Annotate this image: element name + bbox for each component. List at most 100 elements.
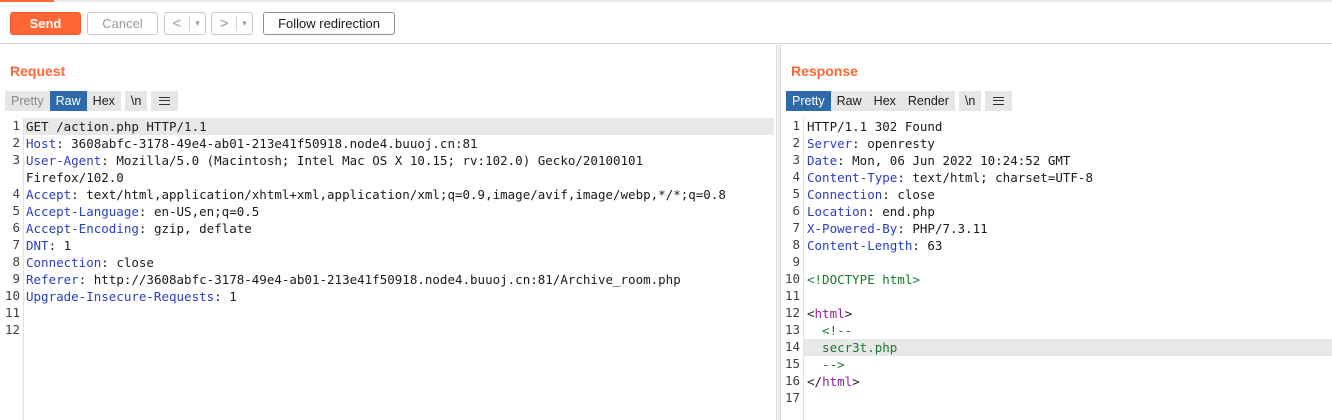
response-tab-raw[interactable]: Raw (830, 91, 868, 111)
gutter-divider (23, 118, 24, 420)
response-title: Response (791, 63, 858, 79)
response-line: X-Powered-By: PHP/7.3.11 (807, 220, 988, 237)
line-number: 4 (792, 169, 800, 184)
header-value: : gzip, deflate (138, 221, 252, 236)
header-value: : Mozilla/5.0 (Macintosh; Intel Mac OS X… (101, 153, 644, 168)
hamburger-menu-icon[interactable] (993, 97, 1005, 105)
line-number: 6 (12, 220, 20, 235)
hamburger-menu-icon[interactable] (159, 97, 171, 105)
header-name: Server (807, 136, 853, 151)
request-line: Accept: text/html,application/xhtml+xml,… (26, 186, 726, 203)
line-number: 1 (12, 118, 20, 133)
header-name: Host (26, 136, 57, 151)
response-line: </html> (807, 373, 860, 390)
response-line: <html> (807, 305, 852, 322)
response-line: Content-Type: text/html; charset=UTF-8 (807, 169, 1093, 186)
line-number: 2 (12, 135, 20, 150)
response-line: --> (807, 356, 845, 373)
header-value: Firefox/102.0 (26, 170, 124, 185)
doctype: <!DOCTYPE html> (807, 272, 920, 287)
request-tab-raw[interactable]: Raw (49, 91, 87, 111)
response-panel: Response Pretty Raw Hex Render \n 1 HTTP/1.1 … (781, 45, 1332, 420)
header-name: Accept (26, 187, 72, 202)
tag-bracket: > (844, 306, 853, 321)
back-history-button[interactable]: < ▾ (164, 12, 206, 35)
html-comment: <!-- (807, 323, 853, 338)
chevron-down-icon[interactable]: ▾ (236, 16, 252, 31)
line-number: 14 (784, 339, 800, 354)
request-line: DNT: 1 (26, 237, 71, 254)
line-number: 4 (12, 186, 20, 201)
send-button[interactable]: Send (10, 12, 81, 35)
request-tab-pretty[interactable]: Pretty (5, 91, 50, 111)
tag-bracket: </ (807, 374, 823, 389)
request-options-button[interactable] (151, 91, 179, 111)
request-line: Referer: http://3608abfc-3178-49e4-ab01-… (26, 271, 681, 288)
header-name: Connection (26, 255, 102, 270)
request-line: Connection: close (26, 254, 154, 271)
header-value: : http://3608abfc-3178-49e4-ab01-213e41f… (78, 272, 681, 287)
request-view-tabs: Pretty Raw Hex \n (5, 91, 179, 111)
header-name: Date (807, 153, 838, 168)
request-tab-hex[interactable]: Hex (86, 91, 121, 111)
request-line: Accept-Encoding: gzip, deflate (26, 220, 252, 237)
line-number: 5 (792, 186, 800, 201)
request-line: Host: 3608abfc-3178-49e4-ab01-213e41f509… (26, 135, 478, 152)
request-title: Request (10, 63, 66, 79)
line-number: 10 (4, 288, 20, 303)
response-options-button[interactable] (985, 91, 1013, 111)
header-value: : Mon, 06 Jun 2022 10:24:52 GMT (837, 153, 1071, 168)
header-value: : end.php (867, 204, 935, 219)
response-editor[interactable]: 1 HTTP/1.1 302 Found 2 Server: openresty 3 Da… (781, 118, 1332, 420)
header-name: X-Powered-By (807, 221, 898, 236)
line-number: 17 (784, 390, 800, 405)
header-name: Connection (807, 187, 883, 202)
header-name: DNT (26, 238, 49, 253)
response-tab-render[interactable]: Render (901, 91, 955, 111)
line-number: 11 (784, 288, 800, 303)
header-value: : openresty (852, 136, 935, 151)
response-tab-newlines[interactable]: \n (958, 91, 982, 111)
line-number: 1 (792, 118, 800, 133)
header-value: : text/html; charset=UTF-8 (897, 170, 1093, 185)
response-line: Content-Length: 63 (807, 237, 942, 254)
request-panel: Request Pretty Raw Hex \n 1 GET /action.php … (0, 45, 776, 420)
forward-history-button[interactable]: > ▾ (211, 12, 253, 35)
header-name: Content-Length (807, 238, 913, 253)
request-line: GET /action.php HTTP/1.1 (26, 118, 207, 135)
line-number: 5 (12, 203, 20, 218)
request-line: Upgrade-Insecure-Requests: 1 (26, 288, 237, 305)
html-comment: secr3t.php (807, 340, 898, 355)
request-tab-newlines[interactable]: \n (124, 91, 148, 111)
response-line: Connection: close (807, 186, 935, 203)
header-value: : close (101, 255, 154, 270)
chevron-down-icon[interactable]: ▾ (189, 16, 205, 31)
response-line: <!DOCTYPE html> (807, 271, 920, 288)
gutter-divider (803, 118, 804, 420)
response-tab-hex[interactable]: Hex (867, 91, 902, 111)
line-number: 9 (792, 254, 800, 269)
follow-redirection-button[interactable]: Follow redirection (263, 12, 395, 35)
header-value: : close (882, 187, 935, 202)
cancel-button[interactable]: Cancel (87, 12, 158, 35)
html-comment: --> (807, 357, 845, 372)
header-name: Upgrade-Insecure-Requests (26, 289, 215, 304)
chevron-right-icon[interactable]: > (212, 13, 236, 34)
header-name: Referer (26, 272, 79, 287)
header-name: Content-Type (807, 170, 898, 185)
request-line: User-Agent: Mozilla/5.0 (Macintosh; Inte… (26, 152, 643, 169)
response-line: Date: Mon, 06 Jun 2022 10:24:52 GMT (807, 152, 1070, 169)
tag-name: html (822, 374, 853, 389)
header-value: : 63 (912, 238, 943, 253)
response-tab-pretty[interactable]: Pretty (786, 91, 831, 111)
chevron-left-icon[interactable]: < (165, 13, 189, 34)
response-line: Server: openresty (807, 135, 935, 152)
header-value: : 1 (48, 238, 72, 253)
line-number: 3 (12, 152, 20, 167)
line-number: 2 (792, 135, 800, 150)
header-value: : text/html,application/xhtml+xml,applic… (71, 187, 726, 202)
response-line: Location: end.php (807, 203, 935, 220)
header-name: Accept-Language (26, 204, 139, 219)
request-editor[interactable]: 1 GET /action.php HTTP/1.1 2 Host: 3608abfc… (0, 118, 776, 420)
line-number: 7 (12, 237, 20, 252)
